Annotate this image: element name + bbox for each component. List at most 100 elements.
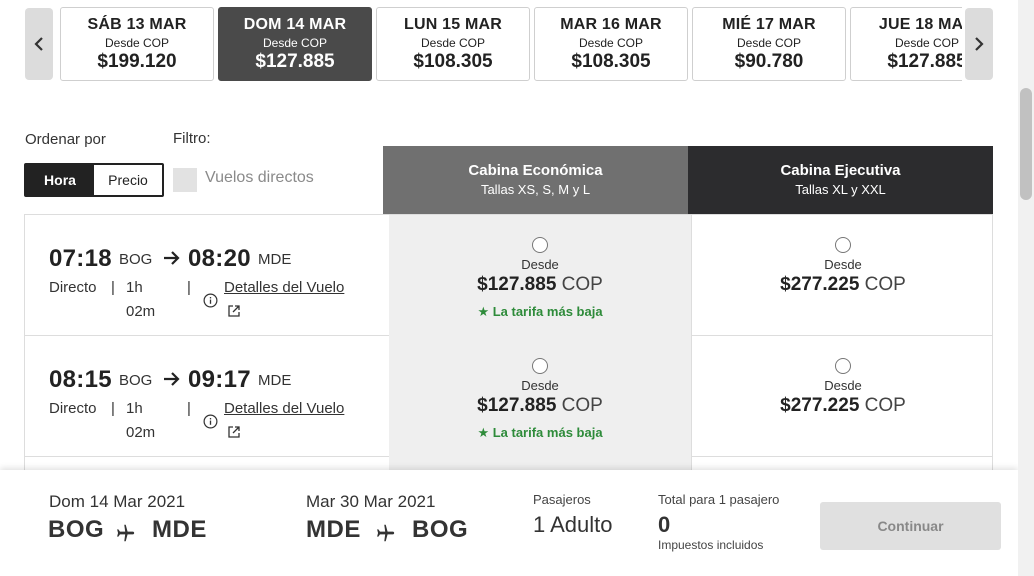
outbound-origin: BOG — [48, 516, 105, 543]
economy-fare-cell[interactable]: Desde $127.885 COP ★ La tarifa más baja — [389, 215, 691, 336]
duration-hours: 1h — [126, 279, 143, 296]
arrow-right-icon — [164, 372, 180, 386]
date-from-label: Desde COP — [578, 36, 644, 50]
executive-fare-radio[interactable] — [835, 237, 851, 253]
date-from-label: Desde COP — [420, 36, 486, 50]
executive-fare-cell[interactable]: Desde $277.225 COP — [691, 215, 992, 336]
date-price: $199.120 — [97, 51, 177, 72]
outbound-destination: MDE — [152, 516, 207, 543]
separator: | — [111, 400, 115, 417]
date-label: MAR 16 MAR — [560, 16, 662, 33]
separator: | — [187, 279, 191, 296]
economy-fare-cell[interactable]: Desde $127.885 COP ★ La tarifa más baja — [389, 336, 691, 457]
departure-time: 08:15 — [49, 366, 112, 393]
economy-cabin-header: Cabina Económica Tallas XS, S, M y L — [383, 146, 688, 214]
date-card[interactable]: MIÉ 17 MAR Desde COP $90.780 — [692, 7, 846, 81]
arrival-time: 09:17 — [188, 366, 251, 393]
external-link-icon[interactable] — [227, 304, 241, 318]
direct-flights-label[interactable]: Vuelos directos — [205, 169, 314, 187]
date-price: $127.885 — [255, 51, 335, 72]
flight-type: Directo — [49, 279, 97, 296]
duration-minutes: 02m — [126, 424, 156, 441]
lowest-fare-badge: ★ La tarifa más baja — [477, 304, 603, 319]
date-label: SÁB 13 MAR — [87, 16, 187, 33]
outbound-date: Dom 14 Mar 2021 — [49, 492, 186, 511]
economy-fare-radio[interactable] — [532, 237, 548, 253]
date-card-selected[interactable]: DOM 14 MAR Desde COP $127.885 — [218, 7, 372, 81]
economy-cabin-subtitle: Tallas XS, S, M y L — [480, 182, 591, 197]
economy-fare-price: $127.885 COP — [477, 274, 603, 295]
flight-type: Directo — [49, 400, 97, 417]
date-card[interactable]: MAR 16 MAR Desde COP $108.305 — [534, 7, 688, 81]
flight-details-link[interactable]: Detalles del Vuelo — [224, 279, 344, 296]
booking-summary-bar: Dom 14 Mar 2021 BOG MDE Mar 30 Mar 2021 … — [0, 470, 1018, 576]
arrow-right-icon — [164, 251, 180, 265]
date-label: JUE 18 MAR — [878, 16, 962, 33]
fare-from-label: Desde — [824, 378, 862, 393]
date-from-label: Desde COP — [736, 36, 802, 50]
executive-fare-cell[interactable]: Desde $277.225 COP — [691, 336, 992, 457]
filter-label: Filtro: — [173, 130, 211, 147]
date-from-label: Desde COP — [894, 36, 960, 50]
economy-cabin-title: Cabina Económica — [468, 162, 603, 179]
date-label: LUN 15 MAR — [403, 16, 502, 33]
arrival-code: MDE — [258, 251, 292, 268]
lowest-fare-badge: ★ La tarifa más baja — [477, 425, 603, 440]
flights-table: 07:18 BOG 08:20 MDE Directo | 1h 02m | D… — [24, 214, 993, 474]
date-label: MIÉ 17 MAR — [722, 16, 816, 33]
date-card[interactable]: JUE 18 MAR Desde COP $127.885 — [850, 7, 962, 81]
date-price: $90.780 — [734, 51, 804, 72]
scrollbar-thumb[interactable] — [1020, 88, 1032, 200]
fare-from-label: Desde — [521, 378, 559, 393]
next-dates-button[interactable] — [965, 8, 993, 80]
airplane-icon — [117, 524, 135, 542]
departure-code: BOG — [119, 251, 153, 268]
chevron-left-icon — [34, 37, 43, 51]
total-value: 0 — [658, 512, 671, 537]
info-icon — [203, 414, 218, 429]
external-link-icon[interactable] — [227, 425, 241, 439]
date-carousel: SÁB 13 MAR Desde COP $199.120 DOM 14 MAR… — [60, 7, 962, 81]
passengers-value: 1 Adulto — [533, 512, 613, 537]
economy-fare-radio[interactable] — [532, 358, 548, 374]
flight-row: 07:18 BOG 08:20 MDE Directo | 1h 02m | D… — [25, 215, 992, 336]
total-label: Total para 1 pasajero — [658, 492, 780, 507]
flight-row: 08:15 BOG 09:17 MDE Directo | 1h 02m | D… — [25, 336, 992, 457]
duration-hours: 1h — [126, 400, 143, 417]
sort-by-price-button[interactable]: Precio — [94, 165, 162, 195]
return-destination: BOG — [412, 516, 469, 543]
duration-minutes: 02m — [126, 303, 156, 320]
return-date: Mar 30 Mar 2021 — [306, 492, 436, 511]
date-price: $108.305 — [571, 51, 651, 72]
date-from-label: Desde COP — [262, 36, 328, 50]
date-card[interactable]: LUN 15 MAR Desde COP $108.305 — [376, 7, 530, 81]
date-from-label: Desde COP — [104, 36, 170, 50]
taxes-note: Impuestos incluidos — [658, 538, 764, 552]
economy-fare-price: $127.885 COP — [477, 395, 603, 416]
departure-code: BOG — [119, 372, 153, 389]
sort-label: Ordenar por — [25, 131, 106, 148]
sort-by-time-button[interactable]: Hora — [26, 165, 94, 195]
continue-button[interactable]: Continuar — [820, 502, 1001, 550]
arrival-code: MDE — [258, 372, 292, 389]
executive-cabin-header: Cabina Ejecutiva Tallas XL y XXL — [688, 146, 993, 214]
fare-from-label: Desde — [521, 257, 559, 272]
arrival-time: 08:20 — [188, 245, 251, 272]
executive-fare-price: $277.225 COP — [780, 395, 906, 416]
separator: | — [111, 279, 115, 296]
info-icon — [203, 293, 218, 308]
date-card[interactable]: SÁB 13 MAR Desde COP $199.120 — [60, 7, 214, 81]
date-price: $108.305 — [413, 51, 493, 72]
return-origin: MDE — [306, 516, 361, 543]
flight-details-link[interactable]: Detalles del Vuelo — [224, 400, 344, 417]
executive-cabin-title: Cabina Ejecutiva — [780, 162, 901, 179]
date-price: $127.885 — [887, 51, 962, 72]
executive-fare-radio[interactable] — [835, 358, 851, 374]
direct-flights-checkbox[interactable] — [173, 168, 197, 192]
sort-toggle: Hora Precio — [24, 163, 164, 197]
chevron-right-icon — [975, 37, 984, 51]
date-label: DOM 14 MAR — [243, 16, 347, 33]
prev-dates-button[interactable] — [25, 8, 53, 80]
scrollbar[interactable] — [1018, 0, 1034, 576]
fare-from-label: Desde — [824, 257, 862, 272]
